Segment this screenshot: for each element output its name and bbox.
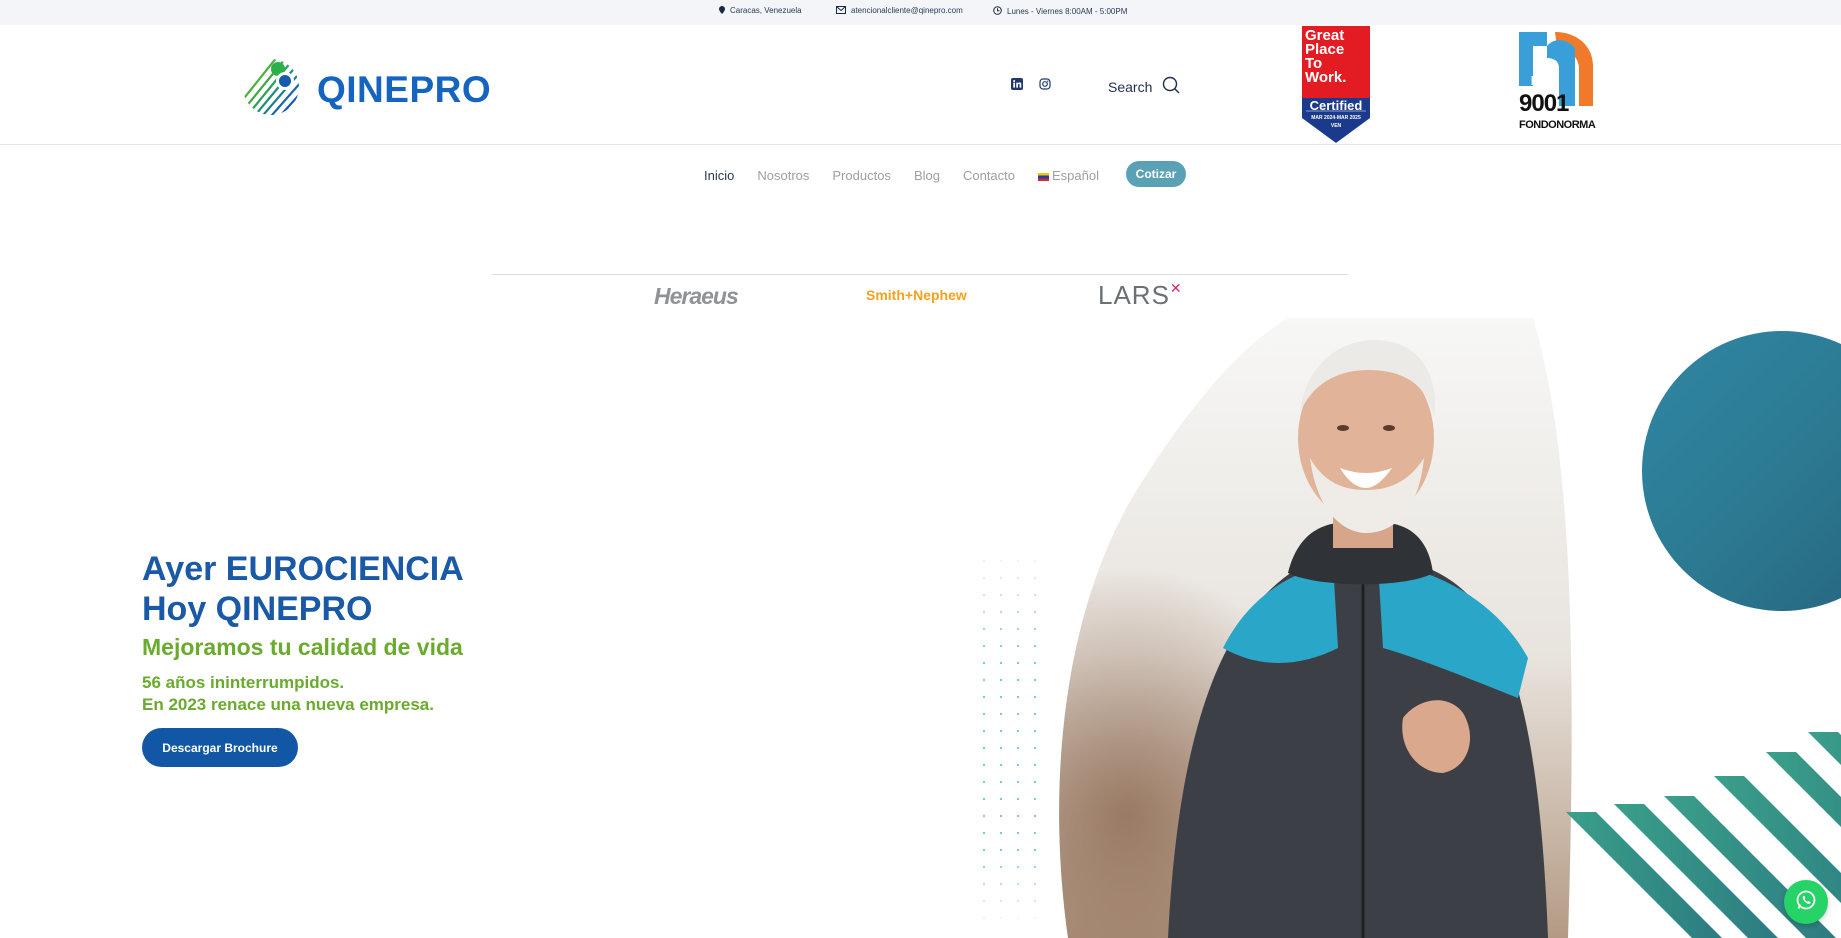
- qinepro-logo[interactable]: QINEPRO: [237, 57, 492, 117]
- gptw-country: VEN: [1330, 123, 1342, 129]
- hero-title: Ayer EUROCIENCIA Hoy QINEPRO: [142, 549, 464, 629]
- nav-item-blog[interactable]: Blog: [914, 168, 940, 183]
- hero-text-line-2: En 2023 renace una nueva empresa.: [142, 695, 434, 714]
- language-label: Español: [1052, 168, 1099, 183]
- main-nav: Inicio Nosotros Productos Blog Contacto …: [704, 168, 1122, 183]
- whatsapp-icon: [1795, 889, 1817, 916]
- nav-item-productos[interactable]: Productos: [832, 168, 891, 183]
- hero-runner-image: [1059, 318, 1572, 938]
- iso-org: FONDONORMA: [1519, 119, 1596, 131]
- language-selector[interactable]: Español: [1038, 168, 1099, 183]
- search-icon: [1161, 75, 1181, 98]
- hero-text-line-1: 56 años ininterrumpidos.: [142, 673, 345, 692]
- iso-9001-badge: ISO 9001 FONDONORMA: [1519, 32, 1596, 136]
- download-brochure-button[interactable]: Descargar Brochure: [142, 728, 298, 767]
- logo-text: QINEPRO: [317, 69, 492, 110]
- cotizar-button[interactable]: Cotizar: [1126, 161, 1186, 187]
- partner-logo-lars[interactable]: LARS✕: [1098, 280, 1183, 311]
- iso-number: 9001: [1519, 90, 1569, 117]
- nav-item-nosotros[interactable]: Nosotros: [757, 168, 809, 183]
- lars-x-mark: ✕: [1169, 280, 1183, 296]
- search-label: Search: [1108, 78, 1153, 95]
- nav-item-inicio[interactable]: Inicio: [704, 168, 734, 183]
- decorative-dot-grid: [980, 540, 1048, 930]
- hero-text: 56 años ininterrumpidos. En 2023 renace …: [142, 672, 434, 716]
- clock-icon: [993, 6, 1002, 16]
- search-button[interactable]: Search: [1108, 75, 1181, 98]
- partner-logo-heraeus[interactable]: Heraeus: [654, 283, 739, 310]
- qinepro-logo-mark: [243, 59, 299, 115]
- location-info: Caracas, Venezuela: [719, 6, 802, 15]
- hero-title-line-1: Ayer EUROCIENCIA: [142, 550, 464, 588]
- map-pin-icon: [719, 6, 725, 15]
- partners-divider: [492, 274, 1348, 275]
- top-info-bar: Caracas, Venezuela atencionalcliente@qin…: [0, 0, 1841, 25]
- decorative-teal-circle: [1642, 331, 1841, 611]
- iso-label: ISO: [1530, 73, 1554, 88]
- partner-logo-smith-nephew[interactable]: Smith+Nephew: [866, 287, 967, 303]
- gptw-line-4: Work.: [1305, 69, 1347, 86]
- hero-title-line-2: Hoy QINEPRO: [142, 590, 373, 628]
- instagram-icon[interactable]: [1039, 77, 1051, 90]
- site-header: QINEPRO Search Great Place To Work. Cert…: [0, 25, 1841, 145]
- email-info[interactable]: atencionalcliente@qinepro.com: [836, 6, 963, 15]
- gptw-period: MAR 2024-MAR 2025: [1311, 115, 1361, 121]
- great-place-to-work-badge: Great Place To Work. Certified MAR 2024-…: [1302, 26, 1370, 144]
- email-icon: [836, 6, 846, 15]
- gptw-certified: Certified: [1309, 98, 1363, 113]
- hours-info: Lunes - Viernes 8:00AM - 5:00PM: [993, 6, 1127, 16]
- hero-subtitle: Mejoramos tu calidad de vida: [142, 634, 463, 660]
- linkedin-icon[interactable]: [1011, 77, 1023, 90]
- venezuela-flag-icon: [1038, 172, 1050, 181]
- whatsapp-button[interactable]: [1784, 880, 1828, 924]
- nav-item-contacto[interactable]: Contacto: [963, 168, 1015, 183]
